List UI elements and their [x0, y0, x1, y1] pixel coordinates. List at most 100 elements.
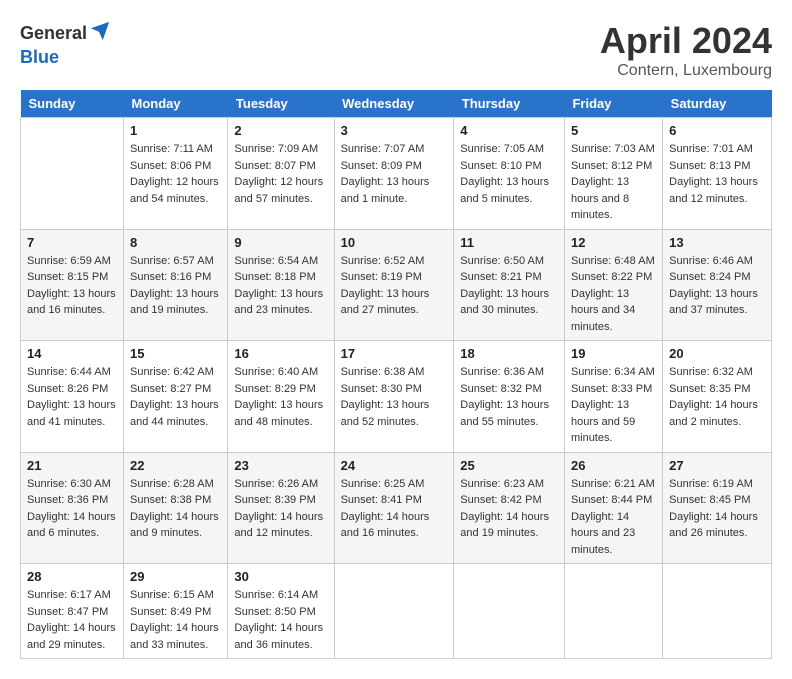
sunrise-text: Sunrise: 6:34 AM: [571, 364, 656, 381]
calendar-cell: 26Sunrise: 6:21 AMSunset: 8:44 PMDayligh…: [564, 452, 662, 564]
sunset-text: Sunset: 8:15 PM: [27, 269, 117, 286]
sunset-text: Sunset: 8:18 PM: [234, 269, 327, 286]
day-number: 25: [460, 458, 558, 473]
day-info: Sunrise: 6:57 AMSunset: 8:16 PMDaylight:…: [130, 253, 221, 319]
daylight-text: Daylight: 14 hours and 16 minutes.: [341, 509, 448, 542]
daylight-text: Daylight: 13 hours and 44 minutes.: [130, 397, 221, 430]
sunrise-text: Sunrise: 6:30 AM: [27, 476, 117, 493]
calendar-cell: 6Sunrise: 7:01 AMSunset: 8:13 PMDaylight…: [663, 118, 772, 230]
day-info: Sunrise: 7:05 AMSunset: 8:10 PMDaylight:…: [460, 141, 558, 207]
sunrise-text: Sunrise: 6:32 AM: [669, 364, 765, 381]
day-number: 20: [669, 346, 765, 361]
week-row-2: 7 Sunrise: 6:59 AMSunset: 8:15 PM Daylight…: [21, 229, 772, 341]
day-info: Sunrise: 6:50 AMSunset: 8:21 PMDaylight:…: [460, 253, 558, 319]
calendar-cell: 3Sunrise: 7:07 AMSunset: 8:09 PMDaylight…: [334, 118, 454, 230]
sunrise-text: Sunrise: 7:09 AM: [234, 141, 327, 158]
sunrise-text: Sunrise: 6:54 AM: [234, 253, 327, 270]
sunrise-text: Sunrise: 6:21 AM: [571, 476, 656, 493]
sunset-text: Sunset: 8:22 PM: [571, 269, 656, 286]
day-number: 29: [130, 569, 221, 584]
sunrise-text: Sunrise: 7:11 AM: [130, 141, 221, 158]
day-number: 28: [27, 569, 117, 584]
sunrise-text: Sunrise: 6:59 AM: [27, 253, 117, 270]
calendar-cell: 16Sunrise: 6:40 AMSunset: 8:29 PMDayligh…: [228, 341, 334, 453]
day-number: 4: [460, 123, 558, 138]
day-info: Sunrise: 6:52 AMSunset: 8:19 PMDaylight:…: [341, 253, 448, 319]
sunset-text: Sunset: 8:10 PM: [460, 158, 558, 175]
sunrise-text: Sunrise: 6:19 AM: [669, 476, 765, 493]
daylight-text: Daylight: 14 hours and 12 minutes.: [234, 509, 327, 542]
sunrise-text: Sunrise: 7:07 AM: [341, 141, 448, 158]
sunset-text: Sunset: 8:33 PM: [571, 381, 656, 398]
day-info: Sunrise: 6:54 AMSunset: 8:18 PMDaylight:…: [234, 253, 327, 319]
day-number: 5: [571, 123, 656, 138]
day-number: 30: [234, 569, 327, 584]
calendar-cell: [454, 564, 565, 659]
calendar-cell: [564, 564, 662, 659]
sunrise-text: Sunrise: 6:44 AM: [27, 364, 117, 381]
calendar-cell: 17Sunrise: 6:38 AMSunset: 8:30 PMDayligh…: [334, 341, 454, 453]
day-info: Sunrise: 6:23 AMSunset: 8:42 PMDaylight:…: [460, 476, 558, 542]
calendar-cell: [334, 564, 454, 659]
col-header-wednesday: Wednesday: [334, 90, 454, 118]
day-number: 9: [234, 235, 327, 250]
sunrise-text: Sunrise: 6:48 AM: [571, 253, 656, 270]
page-header: General Blue April 2024 Contern, Luxembo…: [20, 20, 772, 80]
sunset-text: Sunset: 8:32 PM: [460, 381, 558, 398]
day-number: 10: [341, 235, 448, 250]
daylight-text: Daylight: 13 hours and 12 minutes.: [669, 174, 765, 207]
daylight-text: Daylight: 13 hours and 59 minutes.: [571, 397, 656, 447]
day-info: Sunrise: 6:17 AMSunset: 8:47 PMDaylight:…: [27, 587, 117, 653]
daylight-text: Daylight: 13 hours and 5 minutes.: [460, 174, 558, 207]
sunrise-text: Sunrise: 6:57 AM: [130, 253, 221, 270]
sunset-text: Sunset: 8:45 PM: [669, 492, 765, 509]
day-number: 7: [27, 235, 117, 250]
calendar-cell: 12Sunrise: 6:48 AMSunset: 8:22 PMDayligh…: [564, 229, 662, 341]
sunrise-text: Sunrise: 7:05 AM: [460, 141, 558, 158]
day-info: Sunrise: 6:26 AMSunset: 8:39 PMDaylight:…: [234, 476, 327, 542]
calendar-cell: 28 Sunrise: 6:17 AMSunset: 8:47 PMDayligh…: [21, 564, 124, 659]
daylight-text: Daylight: 12 hours and 54 minutes.: [130, 174, 221, 207]
col-header-friday: Friday: [564, 90, 662, 118]
sunset-text: Sunset: 8:38 PM: [130, 492, 221, 509]
day-number: 1: [130, 123, 221, 138]
day-info: Sunrise: 6:28 AMSunset: 8:38 PMDaylight:…: [130, 476, 221, 542]
sunset-text: Sunset: 8:27 PM: [130, 381, 221, 398]
calendar-cell: 23 Sunrise: 6:26 AMSunset: 8:39 PMDayligh…: [228, 452, 334, 564]
day-info: Sunrise: 6:40 AMSunset: 8:29 PMDaylight:…: [234, 364, 327, 430]
daylight-text: Daylight: 13 hours and 27 minutes.: [341, 286, 448, 319]
day-info: Sunrise: 7:09 AMSunset: 8:07 PMDaylight:…: [234, 141, 327, 207]
daylight-text: Daylight: 14 hours and 23 minutes.: [571, 509, 656, 559]
sunrise-text: Sunrise: 6:40 AM: [234, 364, 327, 381]
sunset-text: Sunset: 8:07 PM: [234, 158, 327, 175]
daylight-text: Daylight: 13 hours and 37 minutes.: [669, 286, 765, 319]
calendar-cell: 15Sunrise: 6:42 AMSunset: 8:27 PMDayligh…: [123, 341, 227, 453]
sunset-text: Sunset: 8:13 PM: [669, 158, 765, 175]
daylight-text: Daylight: 13 hours and 52 minutes.: [341, 397, 448, 430]
calendar-cell: [21, 118, 124, 230]
day-info: Sunrise: 6:38 AMSunset: 8:30 PMDaylight:…: [341, 364, 448, 430]
calendar-cell: 29Sunrise: 6:15 AMSunset: 8:49 PMDayligh…: [123, 564, 227, 659]
sunrise-text: Sunrise: 6:28 AM: [130, 476, 221, 493]
calendar-cell: 30Sunrise: 6:14 AMSunset: 8:50 PMDayligh…: [228, 564, 334, 659]
sunset-text: Sunset: 8:35 PM: [669, 381, 765, 398]
day-info: Sunrise: 6:25 AMSunset: 8:41 PMDaylight:…: [341, 476, 448, 542]
sunset-text: Sunset: 8:30 PM: [341, 381, 448, 398]
sunrise-text: Sunrise: 6:17 AM: [27, 587, 117, 604]
daylight-text: Daylight: 14 hours and 29 minutes.: [27, 620, 117, 653]
week-row-3: 14Sunrise: 6:44 AMSunset: 8:26 PMDayligh…: [21, 341, 772, 453]
sunrise-text: Sunrise: 6:42 AM: [130, 364, 221, 381]
calendar-cell: 2Sunrise: 7:09 AMSunset: 8:07 PMDaylight…: [228, 118, 334, 230]
calendar-cell: 19Sunrise: 6:34 AMSunset: 8:33 PMDayligh…: [564, 341, 662, 453]
day-info: Sunrise: 6:36 AMSunset: 8:32 PMDaylight:…: [460, 364, 558, 430]
sunrise-text: Sunrise: 7:01 AM: [669, 141, 765, 158]
sunset-text: Sunset: 8:36 PM: [27, 492, 117, 509]
daylight-text: Daylight: 13 hours and 48 minutes.: [234, 397, 327, 430]
daylight-text: Daylight: 14 hours and 26 minutes.: [669, 509, 765, 542]
daylight-text: Daylight: 14 hours and 36 minutes.: [234, 620, 327, 653]
day-info: Sunrise: 6:46 AMSunset: 8:24 PMDaylight:…: [669, 253, 765, 319]
week-row-1: 1Sunrise: 7:11 AMSunset: 8:06 PMDaylight…: [21, 118, 772, 230]
day-number: 26: [571, 458, 656, 473]
sunrise-text: Sunrise: 6:52 AM: [341, 253, 448, 270]
day-number: 23: [234, 458, 327, 473]
